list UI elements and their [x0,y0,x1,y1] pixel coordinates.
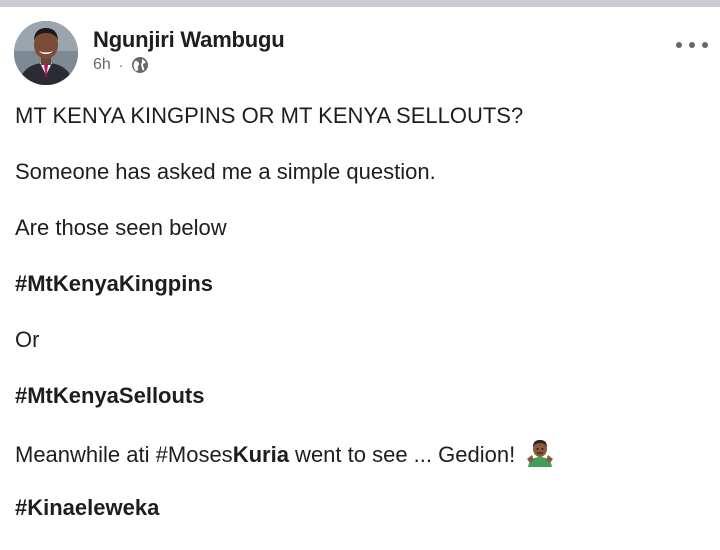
author-avatar[interactable] [14,21,78,85]
person-shrugging-emoji-icon [525,438,555,475]
hashtag-line-3: #Kinaeleweka [15,494,710,522]
post-meta: 6h · [93,55,149,75]
post-title-line: MT KENYA KINGPINS OR MT KENYA SELLOUTS? [15,103,524,128]
moses-hashtag-part: #Moses [155,442,233,467]
more-options-button[interactable] [676,37,708,53]
post-or-line: Or [15,327,40,352]
meanwhile-suffix: went to see ... Gedion! [288,442,516,467]
globe-icon [131,56,149,74]
hashtag-line-2: #MtKenyaSellouts [15,382,710,410]
more-dot-icon [689,42,695,48]
post-question-line: Someone has asked me a simple question. [15,159,436,184]
post-prompt-line: Are those seen below [15,215,227,240]
meta-separator: · [118,57,124,73]
hashtag-line-1: #MtKenyaKingpins [15,270,710,298]
avatar-portrait [14,21,78,85]
post-meanwhile-line: Meanwhile ati #MosesKuria went to see ..… [15,438,710,467]
hashtag-link[interactable]: #Kinaeleweka [15,495,159,520]
hashtag-link[interactable]: #MtKenyaSellouts [15,383,205,408]
more-dot-icon [676,42,682,48]
top-divider [0,0,720,7]
post-header: Ngunjiri Wambugu 6h · [0,7,720,97]
author-name[interactable]: Ngunjiri Wambugu [93,27,285,53]
meanwhile-prefix: Meanwhile ati [15,442,156,467]
moses-hashtag-bold-part: Kuria [232,442,289,467]
hashtag-link[interactable]: #MtKenyaKingpins [15,271,213,296]
moses-hashtag[interactable]: #MosesKuria [156,442,289,467]
post-time[interactable]: 6h [93,56,111,74]
post-body: MT KENYA KINGPINS OR MT KENYA SELLOUTS? … [15,102,710,550]
more-dot-icon [702,42,708,48]
